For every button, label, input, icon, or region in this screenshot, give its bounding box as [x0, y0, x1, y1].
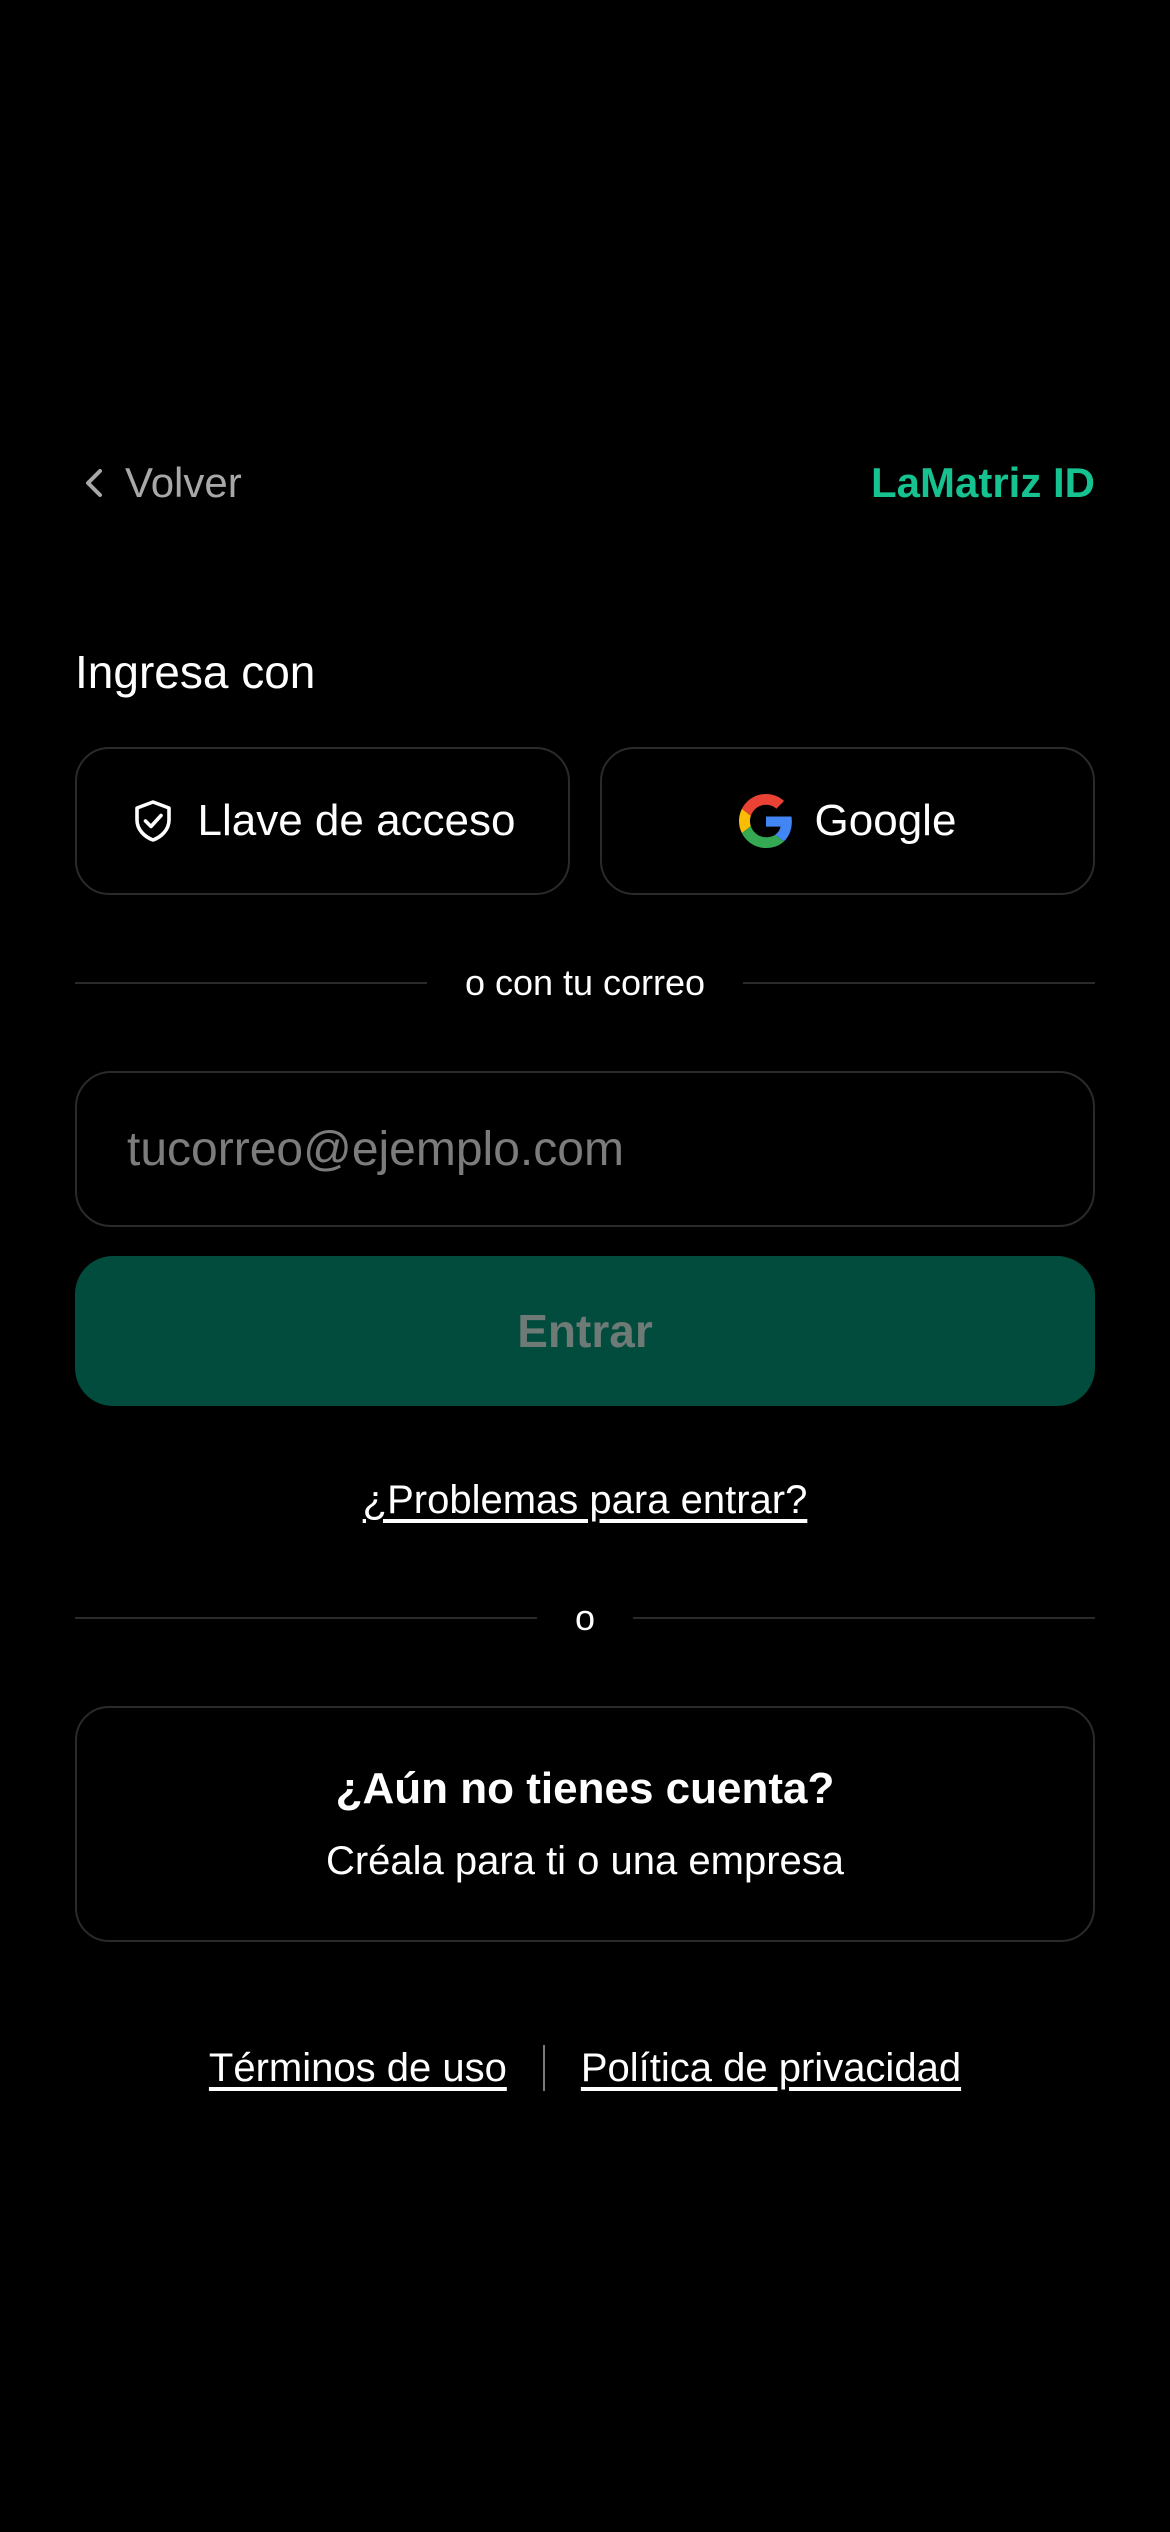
- header: Volver LaMatriz ID: [75, 445, 1095, 521]
- google-button[interactable]: Google: [600, 747, 1095, 895]
- brand-logo: LaMatriz ID: [870, 459, 1095, 506]
- terms-link[interactable]: Términos de uso: [209, 2046, 507, 2091]
- privacy-link[interactable]: Política de privacidad: [581, 2046, 961, 2091]
- provider-buttons: Llave de acceso Google: [75, 747, 1095, 895]
- trouble-signing-in-link[interactable]: ¿Problemas para entrar?: [363, 1478, 808, 1522]
- chevron-left-icon: [75, 463, 115, 503]
- email-divider-text: o con tu correo: [464, 962, 706, 1003]
- create-account-card[interactable]: ¿Aún no tienes cuenta? Créala para ti o …: [75, 1706, 1095, 1942]
- signup-subtitle: Créala para ti o una empresa: [325, 1839, 845, 1883]
- submit-button[interactable]: Entrar: [75, 1256, 1095, 1406]
- divider-line: [75, 1617, 537, 1619]
- submit-label: Entrar: [517, 1305, 653, 1357]
- google-icon: [738, 794, 793, 848]
- email-field[interactable]: [75, 1071, 1095, 1227]
- footer-separator: [542, 2045, 545, 2091]
- login-screen: Volver LaMatriz ID Ingresa con Llave de …: [75, 0, 1096, 2532]
- sign-in-heading: Ingresa con: [75, 646, 316, 698]
- back-label: Volver: [125, 459, 242, 506]
- email-divider: o con tu correo: [75, 955, 1096, 1011]
- passkey-button[interactable]: Llave de acceso: [75, 747, 570, 895]
- divider-line: [75, 982, 427, 984]
- or-divider: o: [75, 1590, 1095, 1646]
- footer-links: Términos de uso Política de privacidad: [75, 2040, 1095, 2096]
- divider-line: [743, 982, 1096, 984]
- signup-title: ¿Aún no tienes cuenta?: [335, 1764, 835, 1813]
- help-link-container: ¿Problemas para entrar?: [75, 1472, 1095, 1528]
- shield-check-icon: [130, 798, 176, 844]
- google-label: Google: [814, 796, 957, 845]
- passkey-label: Llave de acceso: [197, 796, 516, 845]
- back-button[interactable]: Volver: [75, 459, 242, 507]
- or-divider-text: o: [574, 1597, 596, 1638]
- divider-line: [633, 1617, 1095, 1619]
